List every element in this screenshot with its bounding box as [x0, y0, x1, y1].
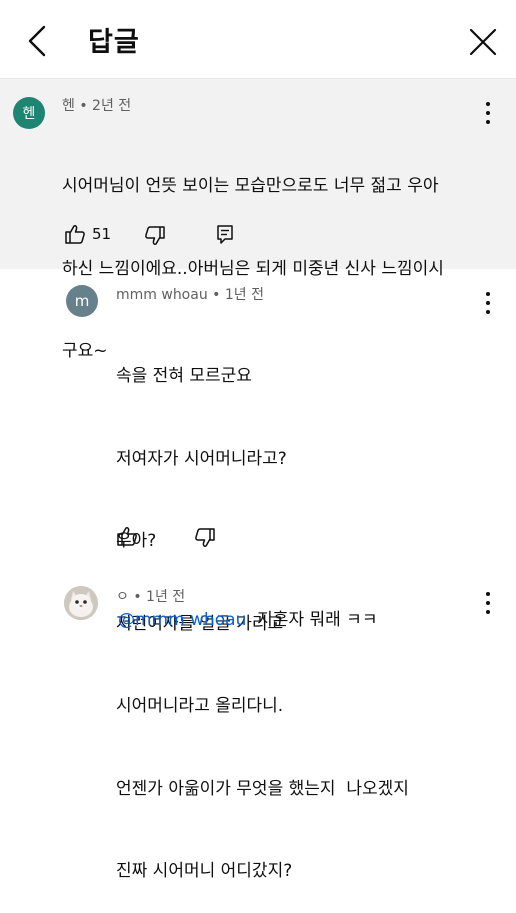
dislike-icon[interactable]	[144, 226, 166, 246]
page-title: 답글	[88, 27, 140, 58]
reply-line: 언젠가 아욺이가 무엇을 했는지 나오겠지	[116, 778, 409, 799]
reply-line: 시어머니라고 올리다니.	[116, 696, 284, 716]
avatar[interactable]	[64, 586, 98, 620]
reply-line: 속을 전혀 모르군요	[116, 366, 252, 386]
like-icon[interactable]	[64, 224, 86, 244]
cat-avatar-icon	[64, 586, 98, 620]
comment-author-time: 헨 • 2년 전	[62, 98, 132, 114]
more-options-icon[interactable]	[484, 592, 492, 614]
close-icon[interactable]	[466, 25, 500, 59]
back-arrow-icon[interactable]	[22, 24, 52, 58]
reply-line: 진짜 시어머니 어디갔지?	[116, 861, 293, 881]
comment-line: 시어머님이 언뜻 보이는 모습만으로도 너무 젊고 우아	[62, 176, 439, 196]
reply-line: 지혼자 뭐래 ㅋㅋ	[246, 610, 378, 630]
more-options-icon[interactable]	[484, 292, 492, 314]
reply-line: 저여자가 시어머니라고?	[116, 448, 287, 469]
avatar[interactable]: 헨	[13, 97, 45, 129]
reply-line: 우아?	[116, 531, 157, 551]
comment-line: 하신 느낌이에요..아버님은 되게 미중년 신사 느낌이시	[62, 258, 444, 279]
like-icon[interactable]	[116, 526, 138, 546]
reply-author-time: ㅇ • 1년 전	[116, 589, 186, 605]
more-options-icon[interactable]	[484, 102, 492, 124]
mention-link[interactable]: @mmm whoau	[118, 610, 246, 630]
dislike-icon[interactable]	[194, 528, 216, 548]
reply-author-time: mmm whoau • 1년 전	[116, 287, 264, 303]
reply-icon[interactable]	[216, 224, 234, 244]
like-count: 51	[92, 225, 112, 243]
avatar[interactable]: m	[66, 285, 98, 317]
header-bar: 답글	[0, 0, 516, 79]
reply-text: @mmm whoau 지혼자 뭐래 ㅋㅋ	[118, 607, 377, 635]
